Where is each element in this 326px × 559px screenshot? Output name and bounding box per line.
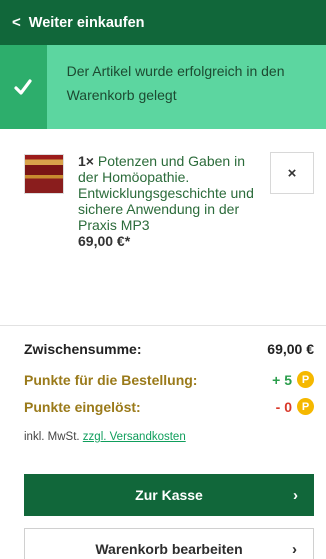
subtotal-row: Zwischensumme: 69,00 €	[24, 341, 314, 357]
points-used-value-group: - 0 P	[276, 398, 314, 415]
checkout-label: Zur Kasse	[135, 487, 203, 503]
checkout-button[interactable]: Zur Kasse ›	[24, 474, 314, 516]
points-used-label: Punkte eingelöst:	[24, 398, 141, 415]
edit-cart-button[interactable]: Warenkorb bearbeiten ›	[24, 528, 314, 559]
remove-item-button[interactable]: ×	[270, 152, 314, 194]
item-price: 69,00 €*	[78, 233, 131, 249]
item-quantity: 1×	[78, 153, 94, 169]
success-message: Der Artikel wurde erfolgreich in den War…	[66, 63, 285, 103]
points-row: Punkte für die Bestellung: + 5 P	[24, 371, 314, 388]
item-details: 1× Potenzen und Gaben in der Homöopathie…	[78, 153, 268, 249]
edit-cart-label: Warenkorb bearbeiten	[95, 541, 243, 557]
close-icon: ×	[287, 164, 297, 182]
success-notice: Der Artikel wurde erfolgreich in den War…	[0, 45, 326, 129]
points-value: + 5	[272, 371, 292, 388]
points-used-value: - 0	[275, 398, 292, 415]
shipping-costs-link[interactable]: zzgl. Versandkosten	[83, 431, 186, 443]
chevron-right-icon: ›	[293, 486, 298, 504]
points-coin-icon: P	[297, 398, 314, 415]
item-title[interactable]: Potenzen und Gaben in der Homöopathie. E…	[78, 153, 254, 233]
chevron-right-icon: ›	[292, 540, 297, 558]
back-to-shop-button[interactable]: < Weiter einkaufen	[0, 0, 326, 45]
subtotal-label: Zwischensumme:	[24, 341, 142, 357]
check-icon	[0, 45, 47, 129]
points-label: Punkte für die Bestellung:	[24, 371, 198, 388]
tax-note: inkl. MwSt. zzgl. Versandkosten	[24, 431, 186, 443]
divider	[0, 325, 326, 326]
subtotal-value: 69,00 €	[267, 341, 314, 357]
points-coin-icon: P	[297, 371, 314, 388]
tax-text: inkl. MwSt.	[24, 431, 80, 443]
back-label: Weiter einkaufen	[28, 14, 145, 31]
chevron-left-icon: <	[12, 14, 21, 31]
points-value-group: + 5 P	[272, 371, 314, 388]
product-thumbnail[interactable]	[24, 154, 64, 194]
points-used-row: Punkte eingelöst: - 0 P	[24, 398, 314, 415]
